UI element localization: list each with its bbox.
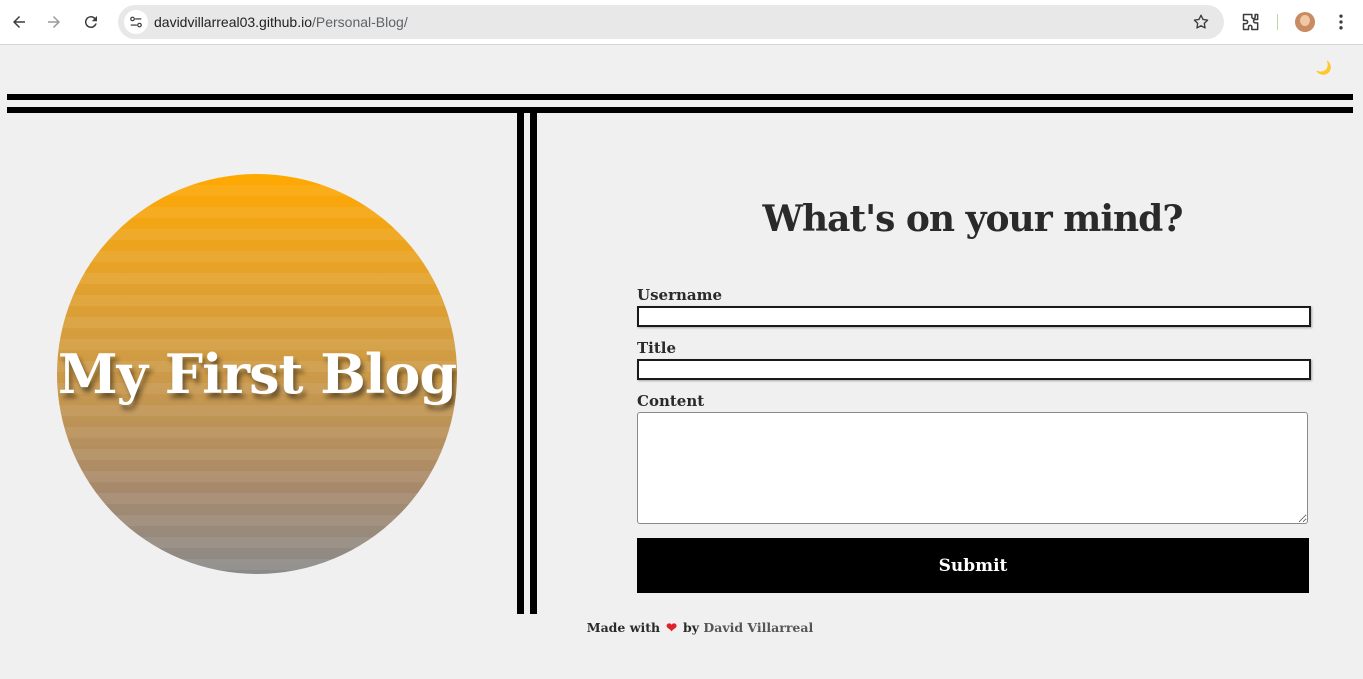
kebab-menu-icon[interactable] — [1331, 12, 1351, 32]
url-host: davidvillarreal03.github.io — [154, 14, 312, 30]
vertical-divider-right — [530, 113, 537, 614]
footer-by: by — [683, 620, 700, 635]
reload-icon — [84, 16, 97, 29]
url-text[interactable]: davidvillarreal03.github.io/Personal-Blo… — [154, 5, 408, 39]
address-bar[interactable]: davidvillarreal03.github.io/Personal-Blo… — [118, 5, 1224, 39]
site-info-icon — [130, 16, 142, 28]
moon-icon[interactable]: 🌙 — [1315, 60, 1333, 78]
site-info-button[interactable] — [124, 10, 148, 34]
username-input[interactable] — [637, 306, 1311, 327]
vertical-divider-left — [517, 113, 524, 614]
username-label: Username — [637, 286, 723, 304]
forward-button[interactable] — [42, 10, 66, 34]
title-label: Title — [637, 339, 677, 357]
avatar[interactable] — [1295, 12, 1315, 32]
form-heading: What's on your mind? — [762, 198, 1184, 240]
heart-icon: ❤ — [666, 621, 678, 636]
star-icon[interactable] — [1192, 13, 1210, 31]
submit-button[interactable]: Submit — [637, 538, 1309, 593]
content-textarea[interactable] — [637, 412, 1308, 524]
browser-toolbar: davidvillarreal03.github.io/Personal-Blo… — [0, 0, 1363, 45]
title-input[interactable] — [637, 359, 1311, 380]
bottom-divider-line — [7, 107, 1353, 113]
top-divider-line — [7, 94, 1353, 100]
author-link[interactable]: David Villarreal — [703, 620, 813, 635]
hero-circle: My First Blog — [57, 174, 457, 574]
back-arrow-icon — [13, 16, 25, 28]
back-button[interactable] — [7, 10, 31, 34]
footer: Made with ❤ by David Villarreal — [0, 620, 1363, 636]
url-path: /Personal-Blog/ — [312, 14, 408, 30]
hero-title: My First Blog — [57, 342, 457, 406]
footer-made-with: Made with — [586, 620, 661, 635]
forward-arrow-icon — [48, 16, 60, 28]
content-label: Content — [637, 392, 705, 410]
toolbar-divider — [1277, 14, 1278, 30]
extensions-icon[interactable] — [1241, 12, 1261, 32]
reload-button[interactable] — [79, 10, 103, 34]
